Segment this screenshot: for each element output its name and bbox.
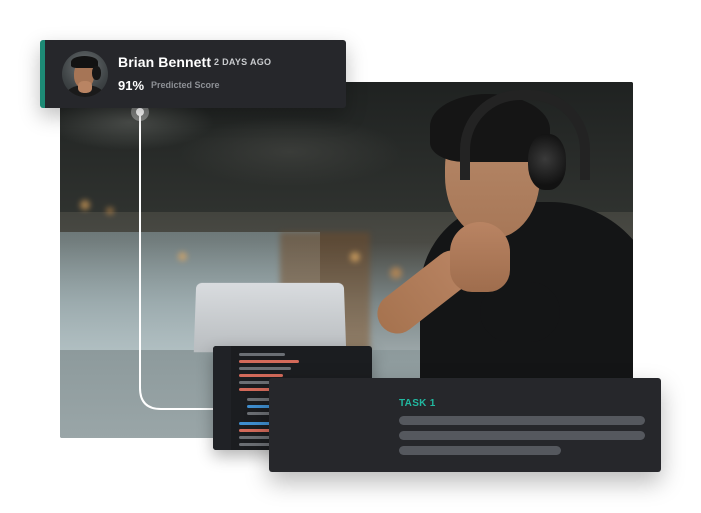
predicted-score-value: 91% [118, 78, 145, 93]
bokeh-light [178, 252, 187, 261]
task-title: TASK 1 [399, 398, 436, 409]
task-panel[interactable]: TASK 1 [269, 378, 661, 472]
bokeh-light [350, 252, 360, 262]
task-placeholder-line [399, 416, 645, 425]
headphone-cup [528, 134, 566, 190]
laptop [193, 282, 347, 353]
code-gutter [213, 346, 231, 450]
bokeh-light [390, 267, 402, 279]
task-placeholder-line [399, 431, 645, 440]
person-hands [450, 222, 510, 292]
profile-name: Brian Bennett [118, 54, 212, 70]
task-placeholder-line [399, 446, 561, 455]
predicted-score-label: Predicted Score [151, 80, 220, 90]
avatar[interactable] [62, 51, 108, 97]
profile-timestamp: 2 DAYS AGO [214, 57, 272, 67]
bokeh-light [106, 207, 114, 215]
bokeh-light [80, 200, 90, 210]
profile-card[interactable]: Brian Bennett 2 DAYS AGO 91% Predicted S… [40, 40, 346, 108]
